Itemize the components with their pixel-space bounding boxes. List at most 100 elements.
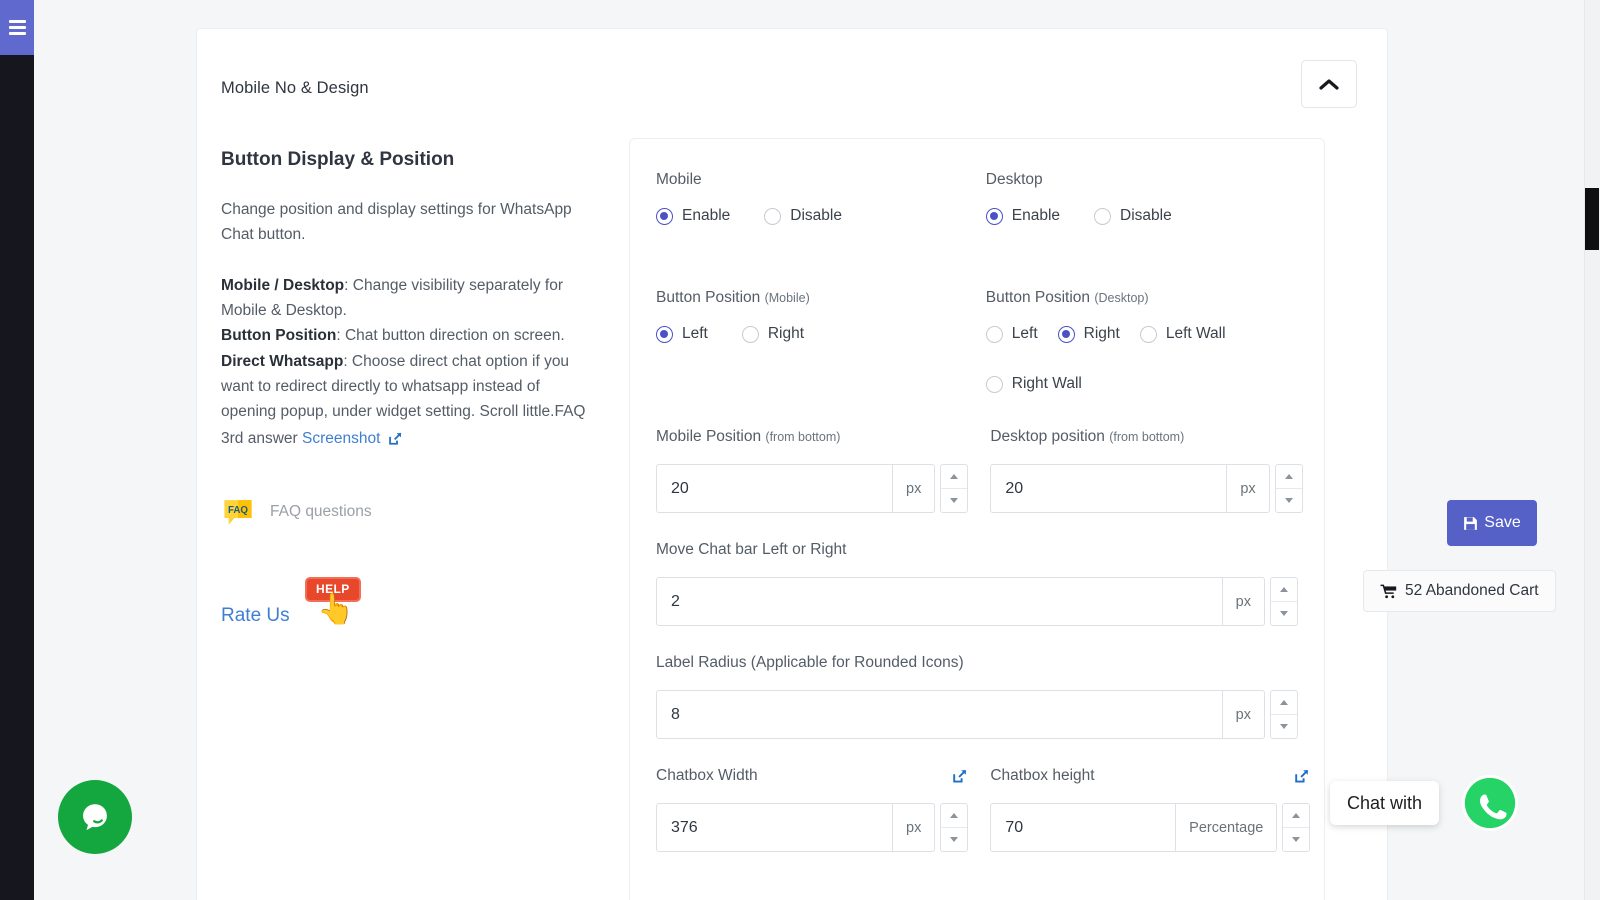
bpd-text: Button Position bbox=[986, 289, 1095, 306]
bpm-sub: (Mobile) bbox=[765, 291, 810, 305]
triangle-down-icon bbox=[1280, 611, 1288, 616]
chatbox-width-group: Chatbox Width px bbox=[656, 767, 990, 852]
stepper-down[interactable] bbox=[1271, 602, 1297, 625]
info-bullets: Mobile / Desktop: Change visibility sepa… bbox=[221, 273, 591, 451]
shopping-cart-icon bbox=[1380, 584, 1397, 599]
stepper-down[interactable] bbox=[1271, 715, 1297, 738]
mp-text: Mobile Position bbox=[656, 428, 765, 445]
stepper-up[interactable] bbox=[941, 465, 967, 489]
radio-indicator bbox=[742, 326, 759, 343]
pointing-hand-icon: 👆 bbox=[317, 595, 354, 625]
move-chat-bar-stepper[interactable] bbox=[1270, 577, 1298, 626]
abandoned-cart-badge[interactable]: 52 Abandoned Cart bbox=[1363, 570, 1556, 612]
triangle-down-icon bbox=[1280, 724, 1288, 729]
chat-fab-button[interactable] bbox=[58, 780, 132, 854]
move-chat-bar-unit: px bbox=[1222, 578, 1264, 625]
chatbox-height-stepper[interactable] bbox=[1282, 803, 1310, 852]
mobile-position-stepper[interactable] bbox=[940, 464, 968, 513]
faq-label: FAQ questions bbox=[270, 503, 372, 521]
desktop-disable-label: Disable bbox=[1120, 207, 1172, 225]
mobile-position-unit: px bbox=[892, 465, 934, 512]
page-canvas: Mobile No & Design Button Display & Posi… bbox=[34, 0, 1600, 900]
desktop-position-group: Desktop position (from bottom) px bbox=[990, 428, 1302, 513]
mobile-enable-label: Enable bbox=[682, 207, 730, 225]
label-radius-stepper[interactable] bbox=[1270, 690, 1298, 739]
desktop-position-input[interactable] bbox=[991, 465, 1226, 512]
collapse-panel-button[interactable] bbox=[1301, 60, 1357, 108]
mobile-enable-radio[interactable]: Enable bbox=[656, 207, 730, 225]
button-position-mobile-label: Button Position (Mobile) bbox=[656, 289, 986, 307]
bullet-text-button-position: : Chat button direction on screen. bbox=[336, 327, 564, 344]
stepper-down[interactable] bbox=[1276, 489, 1302, 512]
desktop-label: Desktop bbox=[986, 171, 1298, 189]
radio-indicator bbox=[764, 208, 781, 225]
bpd-rightwall-radio[interactable]: Right Wall bbox=[986, 375, 1082, 393]
mobile-position-group: Mobile Position (from bottom) px bbox=[656, 428, 990, 513]
radio-indicator bbox=[656, 208, 673, 225]
stepper-up[interactable] bbox=[1276, 465, 1302, 489]
move-chat-bar-input[interactable] bbox=[657, 578, 1222, 625]
bpd-right-label: Right bbox=[1084, 325, 1120, 343]
button-position-mobile-group: Button Position (Mobile) Left Right bbox=[656, 289, 986, 393]
save-button[interactable]: Save bbox=[1447, 500, 1537, 546]
whatsapp-fab-button[interactable] bbox=[1461, 774, 1519, 832]
bpm-right-radio[interactable]: Right bbox=[742, 325, 804, 343]
stepper-up[interactable] bbox=[941, 804, 967, 828]
external-link-icon[interactable] bbox=[952, 768, 968, 784]
label-radius-input[interactable] bbox=[657, 691, 1222, 738]
desktop-enable-group: Desktop Enable Disable bbox=[986, 171, 1298, 225]
vertical-scrollbar-thumb[interactable] bbox=[1585, 188, 1599, 250]
bpd-right-radio[interactable]: Right bbox=[1058, 325, 1120, 343]
label-radius-field: px bbox=[656, 690, 1298, 739]
desktop-position-unit: px bbox=[1226, 465, 1268, 512]
desktop-disable-radio[interactable]: Disable bbox=[1094, 207, 1172, 225]
abandoned-cart-label: 52 Abandoned Cart bbox=[1405, 582, 1539, 600]
svg-text:FAQ: FAQ bbox=[228, 505, 248, 516]
chat-tooltip[interactable]: Chat with bbox=[1330, 781, 1439, 825]
bullet-term-mobile-desktop: Mobile / Desktop bbox=[221, 277, 344, 294]
triangle-down-icon bbox=[1292, 837, 1300, 842]
chatbox-width-label: Chatbox Width bbox=[656, 767, 758, 785]
mobile-disable-radio[interactable]: Disable bbox=[764, 207, 842, 225]
bpm-left-radio[interactable]: Left bbox=[656, 325, 708, 343]
stepper-up[interactable] bbox=[1271, 578, 1297, 602]
info-column: Button Display & Position Change positio… bbox=[221, 149, 591, 649]
page-title: Mobile No & Design bbox=[221, 79, 369, 98]
chatbox-height-input[interactable] bbox=[991, 804, 1175, 851]
button-position-desktop-label: Button Position (Desktop) bbox=[986, 289, 1298, 307]
bpm-right-label: Right bbox=[768, 325, 804, 343]
external-link-icon[interactable] bbox=[1294, 768, 1310, 784]
bpd-leftwall-radio[interactable]: Left Wall bbox=[1140, 325, 1226, 343]
dp-sub: (from bottom) bbox=[1109, 430, 1184, 444]
chatbox-height-unit: Percentage bbox=[1175, 804, 1276, 851]
bpd-rightwall-label: Right Wall bbox=[1012, 375, 1082, 393]
label-radius-unit: px bbox=[1222, 691, 1264, 738]
stepper-down[interactable] bbox=[941, 828, 967, 851]
mobile-position-label: Mobile Position (from bottom) bbox=[656, 428, 968, 446]
chatbox-height-group: Chatbox height Percentage bbox=[990, 767, 1310, 852]
mobile-position-input[interactable] bbox=[657, 465, 892, 512]
mobile-disable-label: Disable bbox=[790, 207, 842, 225]
button-position-row: Button Position (Mobile) Left Right bbox=[656, 289, 1298, 393]
stepper-up[interactable] bbox=[1271, 691, 1297, 715]
stepper-down[interactable] bbox=[1283, 828, 1309, 851]
vertical-scrollbar-track[interactable] bbox=[1584, 0, 1600, 900]
faq-questions-link[interactable]: FAQ FAQ questions bbox=[221, 495, 591, 529]
desktop-enable-radio[interactable]: Enable bbox=[986, 207, 1060, 225]
hamburger-menu-button[interactable] bbox=[0, 0, 34, 55]
chatbox-width-input[interactable] bbox=[657, 804, 892, 851]
stepper-up[interactable] bbox=[1283, 804, 1309, 828]
stepper-down[interactable] bbox=[941, 489, 967, 512]
rate-us-link[interactable]: Rate Us bbox=[221, 605, 290, 627]
sidebar-rail bbox=[0, 0, 34, 900]
move-chat-bar-label: Move Chat bar Left or Right bbox=[656, 541, 1298, 559]
bpd-left-radio[interactable]: Left bbox=[986, 325, 1038, 343]
chatbox-width-stepper[interactable] bbox=[940, 803, 968, 852]
chatbox-width-unit: px bbox=[892, 804, 934, 851]
rate-us-block: Rate Us HELP 👆 bbox=[221, 577, 591, 649]
desktop-position-stepper[interactable] bbox=[1275, 464, 1303, 513]
bpd-sub: (Desktop) bbox=[1094, 291, 1148, 305]
label-radius-label: Label Radius (Applicable for Rounded Ico… bbox=[656, 654, 1298, 672]
radio-indicator bbox=[986, 208, 1003, 225]
screenshot-link[interactable]: Screenshot bbox=[302, 426, 403, 451]
